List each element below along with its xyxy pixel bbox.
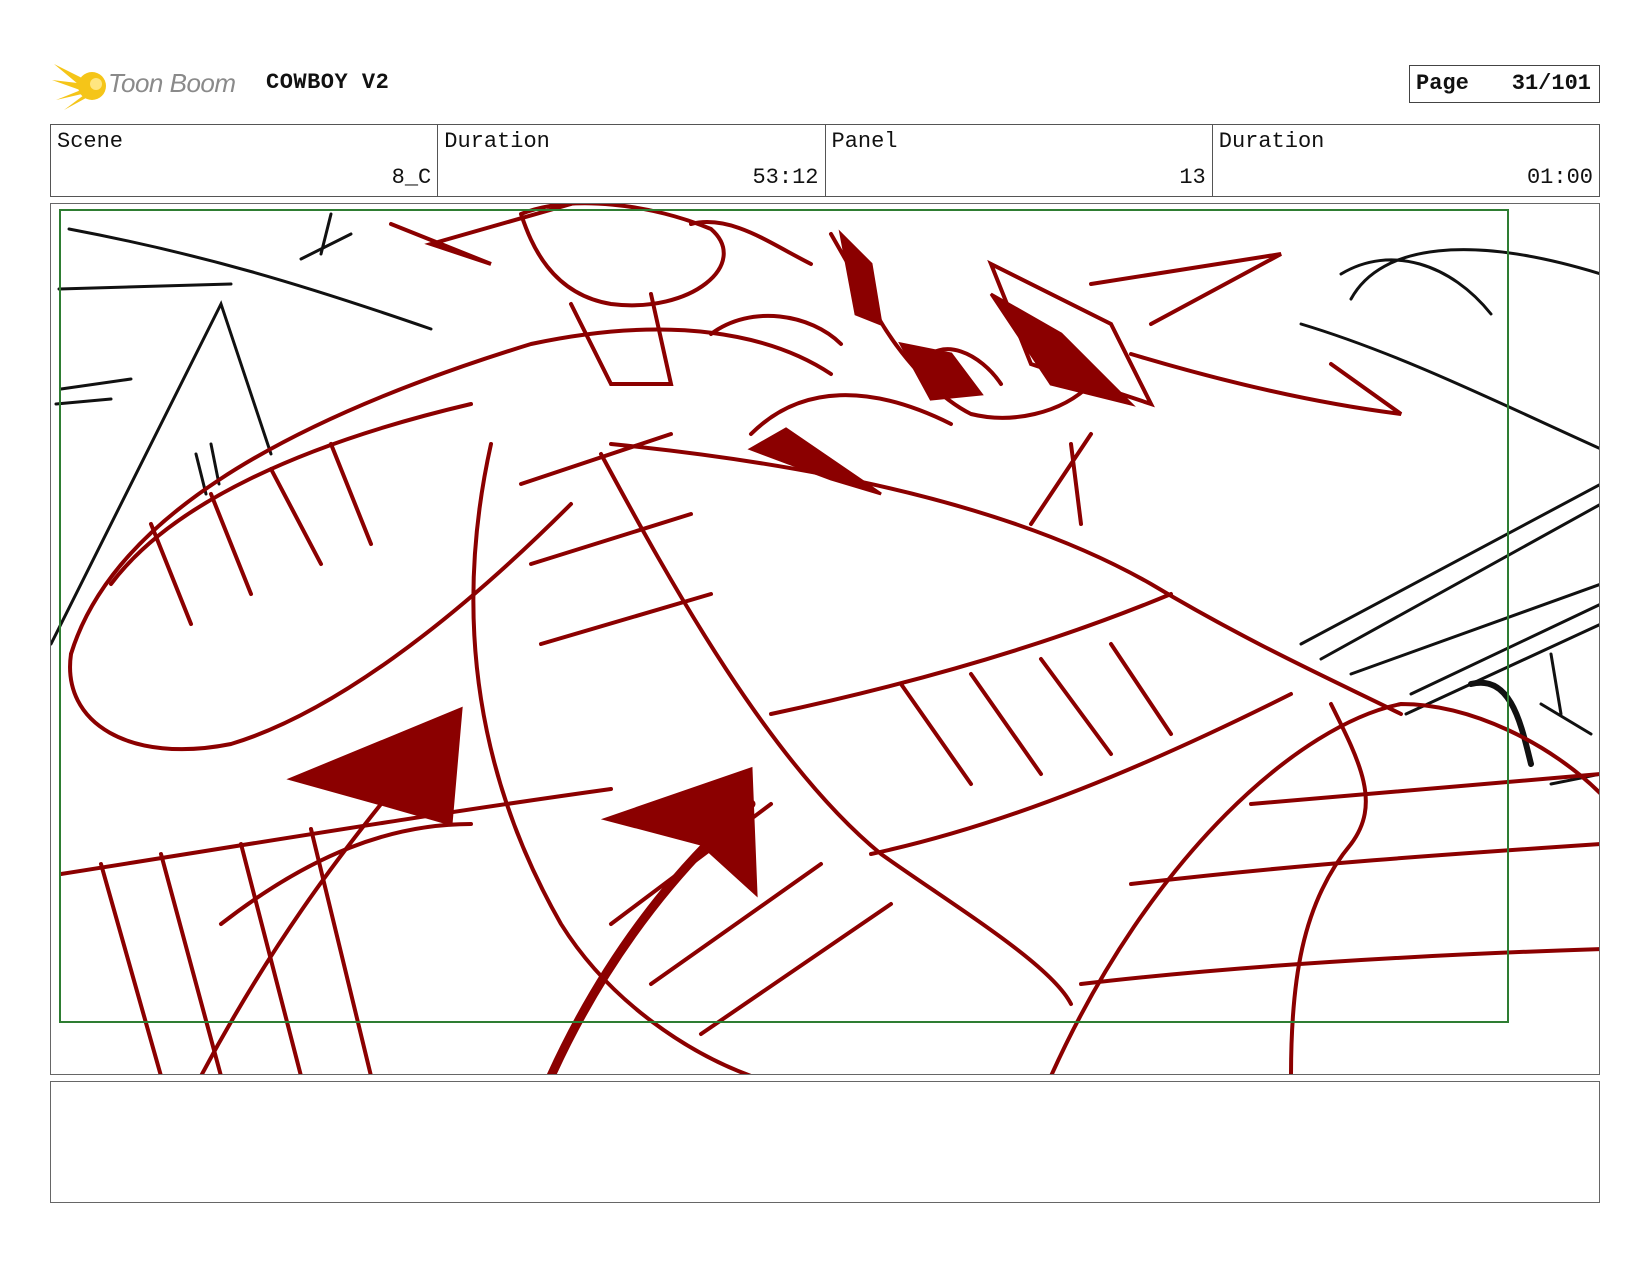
panel-cell: Panel 13 [826,125,1213,196]
scene-label: Scene [57,129,124,154]
panel-label: Panel [831,129,898,154]
project-title: COWBOY V2 [266,70,390,95]
character-red-strokes [59,204,1599,1074]
safe-frame [59,209,1509,1023]
page-number: 31/101 [1511,71,1591,96]
panel-duration-cell: Duration 01:00 [1213,125,1599,196]
scene-value: 8_C [391,165,432,190]
toon-boom-logo-icon [52,64,106,110]
page-label: Page [1416,71,1469,96]
storyboard-panel [50,203,1600,1075]
panel-value: 13 [1179,165,1206,190]
toon-boom-logo: Toon Boom [52,56,252,112]
panel-notes-box[interactable] [50,1081,1600,1203]
scene-info-table: Scene 8_C Duration 53:12 Panel 13 Durati… [50,124,1600,197]
panel-duration-label: Duration [1218,129,1325,154]
scene-duration-label: Duration [444,129,550,154]
scene-cell: Scene 8_C [51,125,439,196]
page-indicator: Page 31/101 [1409,65,1600,103]
logo-text: Toon Boom [108,68,236,98]
panel-duration-value: 01:00 [1526,165,1593,190]
panel-sketch [51,204,1599,1074]
scene-duration-cell: Duration 53:12 [438,125,826,196]
scene-duration-value: 53:12 [752,165,819,190]
